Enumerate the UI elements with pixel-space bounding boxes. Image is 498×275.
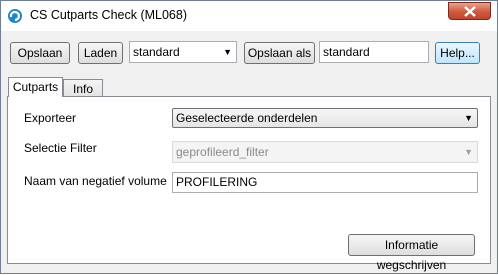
export-label: Exporteer <box>24 111 77 125</box>
tab-cutparts-label: Cutparts <box>12 80 59 94</box>
preset-dropdown-value: standard <box>133 45 180 59</box>
save-as-button[interactable]: Opslaan als <box>244 42 315 64</box>
close-button[interactable] <box>448 2 491 20</box>
tab-cutparts[interactable]: Cutparts <box>8 77 63 97</box>
export-dropdown-value: Geselecteerde onderdelen <box>176 111 318 125</box>
preset-dropdown[interactable]: standard ▼ <box>129 41 237 63</box>
dialog-window: CS Cutparts Check (ML068) Opslaan Laden … <box>0 0 498 274</box>
chevron-down-icon: ▼ <box>464 147 473 157</box>
write-info-button[interactable]: Informatie wegschrijven <box>348 234 475 272</box>
filter-label: Selectie Filter <box>24 141 97 155</box>
save-as-name-input[interactable]: standard <box>319 41 429 63</box>
chevron-down-icon: ▼ <box>223 47 232 57</box>
app-logo-icon <box>8 9 22 23</box>
tab-info[interactable]: Info <box>63 79 103 97</box>
tab-info-label: Info <box>72 82 93 96</box>
filter-dropdown: geprofileerd_filter ▼ <box>172 141 478 163</box>
load-button[interactable]: Laden <box>78 42 123 64</box>
window-title: CS Cutparts Check (ML068) <box>30 8 188 22</box>
help-button[interactable]: Help... <box>435 42 480 64</box>
title-bar[interactable]: CS Cutparts Check (ML068) <box>1 1 497 31</box>
volume-name-input[interactable]: PROFILERING <box>172 172 478 193</box>
filter-dropdown-value: geprofileerd_filter <box>176 145 269 159</box>
close-icon <box>464 6 476 17</box>
cutparts-panel: Exporteer Geselecteerde onderdelen ▼ Sel… <box>7 96 491 272</box>
save-as-name-value: standard <box>323 45 370 59</box>
volume-label: Naam van negatief volume <box>24 174 167 188</box>
chevron-down-icon: ▼ <box>464 113 473 123</box>
export-dropdown[interactable]: Geselecteerde onderdelen ▼ <box>172 108 478 128</box>
volume-name-value: PROFILERING <box>176 175 258 189</box>
save-button[interactable]: Opslaan <box>10 42 70 64</box>
